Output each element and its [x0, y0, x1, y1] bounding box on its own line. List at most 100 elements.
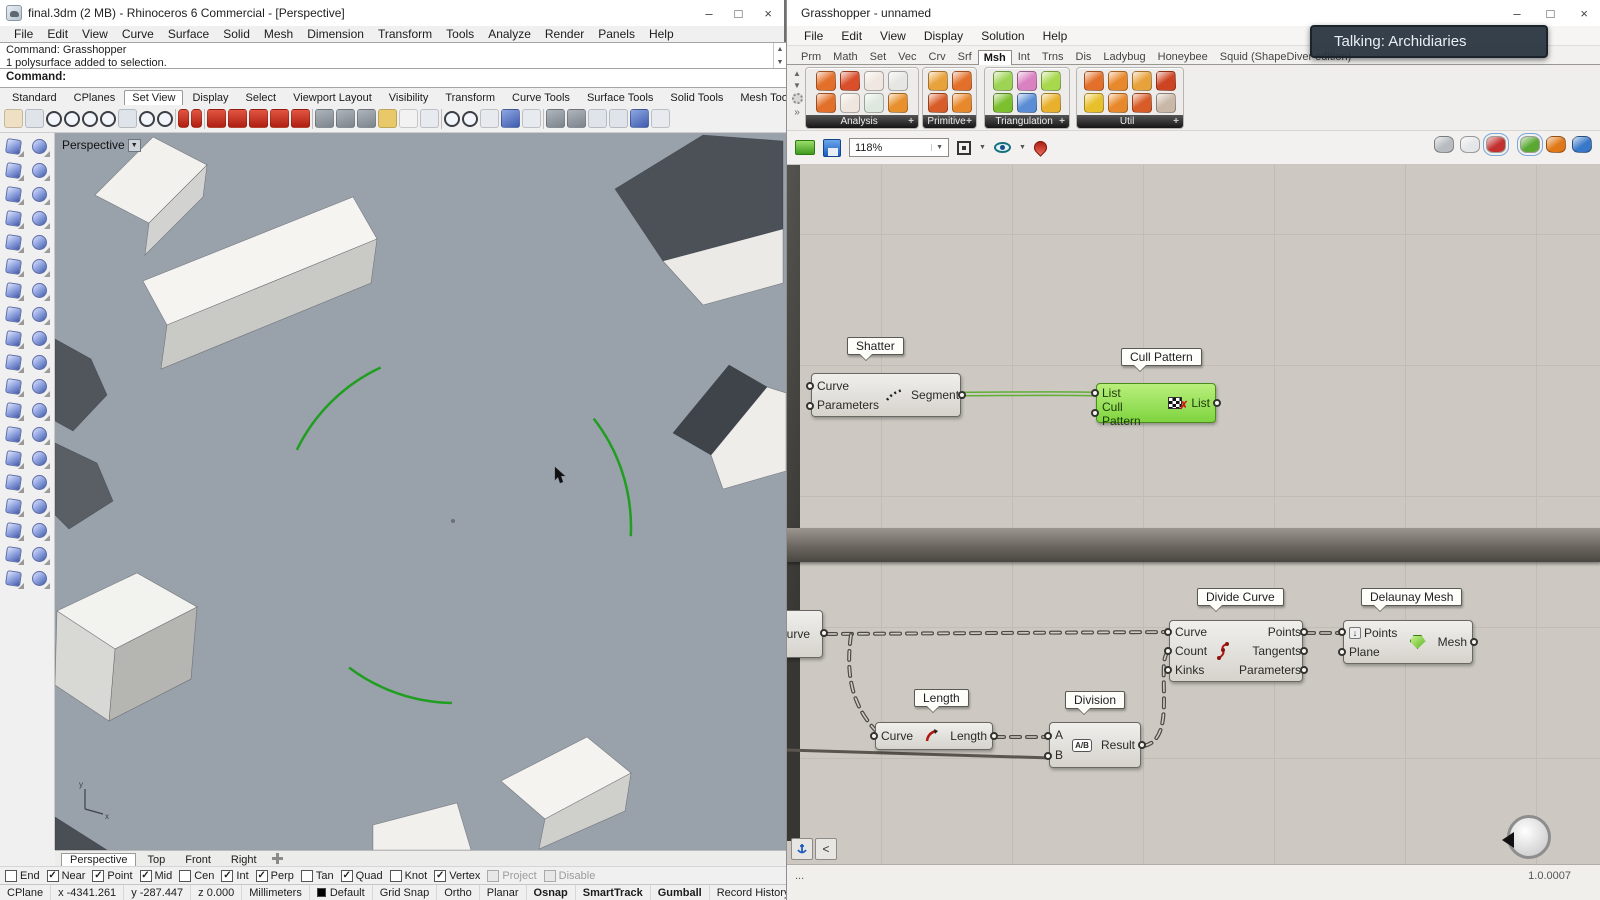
- hand-pan-icon[interactable]: [4, 109, 23, 128]
- 3d-left-jag-upper[interactable]: [55, 339, 107, 431]
- command-history[interactable]: Command: Grasshopper 1 polysurface added…: [0, 42, 786, 69]
- input-port[interactable]: [1338, 648, 1346, 656]
- car-red-front-icon[interactable]: [207, 109, 226, 128]
- grid-square-icon[interactable]: [952, 71, 972, 91]
- toolbar-tab[interactable]: Transform: [437, 90, 503, 105]
- status-segment[interactable]: Gumball: [651, 885, 710, 900]
- check-mark-icon[interactable]: [28, 520, 51, 542]
- scroll-down-icon[interactable]: ▼: [793, 81, 801, 90]
- osnap-toggle[interactable]: Tan: [301, 870, 334, 882]
- wire-cube-icon[interactable]: [522, 109, 541, 128]
- scroll-up-icon[interactable]: ▲: [777, 44, 784, 57]
- checkbox-icon[interactable]: [92, 870, 104, 882]
- wire[interactable]: [849, 635, 877, 732]
- osnap-toggle[interactable]: End: [5, 870, 40, 882]
- 3d-bottom-sliver[interactable]: [373, 803, 471, 850]
- cube-cluster-icon[interactable]: [1132, 71, 1152, 91]
- toolbar-tab[interactable]: CPlanes: [66, 90, 124, 105]
- quad-panel-icon[interactable]: [928, 71, 948, 91]
- menu-item[interactable]: Display: [917, 29, 970, 43]
- osnap-toggle[interactable]: Perp: [256, 870, 294, 882]
- category-tab[interactable]: Srf: [952, 49, 978, 64]
- checkbox-icon[interactable]: [256, 870, 268, 882]
- checkbox-icon[interactable]: [179, 870, 191, 882]
- convex-blob-icon[interactable]: [993, 71, 1013, 91]
- menu-item[interactable]: Solution: [974, 29, 1031, 43]
- drape-icon[interactable]: [28, 544, 51, 566]
- output-port[interactable]: [1470, 638, 1478, 646]
- green-curve-arcs[interactable]: [279, 351, 631, 703]
- mesh-face-outline-icon[interactable]: [864, 71, 884, 91]
- checkbox-icon[interactable]: [544, 870, 556, 882]
- menu-item[interactable]: Panels: [592, 27, 641, 41]
- osnap-toggle[interactable]: Vertex: [434, 870, 480, 882]
- input-port[interactable]: [806, 382, 814, 390]
- folder-layers-icon[interactable]: [378, 109, 397, 128]
- category-tab[interactable]: Trns: [1036, 49, 1070, 64]
- viewport-title[interactable]: Perspective ▼: [62, 138, 141, 152]
- category-tab[interactable]: Int: [1012, 49, 1036, 64]
- chevron-down-icon[interactable]: ▼: [979, 144, 986, 151]
- triangle-flag-icon[interactable]: [840, 71, 860, 91]
- green-material-preview-icon[interactable]: [1520, 136, 1540, 153]
- toolbar-tab[interactable]: Curve Tools: [504, 90, 578, 105]
- checkbox-icon[interactable]: [341, 870, 353, 882]
- wire[interactable]: [827, 632, 1167, 634]
- cage-edit-icon[interactable]: [2, 520, 25, 542]
- group-label-bar[interactable]: Triangulation+: [985, 115, 1069, 128]
- osnap-toggle[interactable]: Int: [221, 870, 248, 882]
- triangle-warn-icon[interactable]: [1084, 93, 1104, 113]
- gem-icon[interactable]: [993, 93, 1013, 113]
- menu-item[interactable]: Transform: [372, 27, 438, 41]
- menu-item[interactable]: Edit: [834, 29, 869, 43]
- toolbar-tab[interactable]: Surface Tools: [579, 90, 661, 105]
- wire[interactable]: [1143, 652, 1168, 746]
- car-red-back-icon[interactable]: [270, 109, 289, 128]
- blue-material-preview-icon[interactable]: [1572, 136, 1592, 153]
- category-tab[interactable]: Ladybug: [1097, 49, 1151, 64]
- grid-array-icon[interactable]: [2, 496, 25, 518]
- control-curve-icon[interactable]: [28, 160, 51, 182]
- truck-gray-icon[interactable]: [315, 109, 334, 128]
- magnifier-window-icon[interactable]: [64, 111, 80, 127]
- status-segment[interactable]: y -287.447: [124, 885, 191, 900]
- collapse-panel-button[interactable]: <: [815, 838, 837, 860]
- category-tab[interactable]: Dis: [1070, 49, 1098, 64]
- polygon-icon[interactable]: [2, 232, 25, 254]
- menu-item[interactable]: Help: [1036, 29, 1075, 43]
- orange-sphere-arrow-icon[interactable]: [1108, 71, 1128, 91]
- osnap-toggle[interactable]: Knot: [390, 870, 428, 882]
- canvas-compass-widget[interactable]: [1507, 815, 1551, 859]
- mesh-bag-icon[interactable]: [888, 93, 908, 113]
- 3d-left-jag-lower[interactable]: [55, 443, 113, 529]
- group-label-bar[interactable]: Util+: [1077, 115, 1183, 128]
- toolbar-tab[interactable]: Solid Tools: [662, 90, 731, 105]
- status-segment[interactable]: Planar: [480, 885, 527, 900]
- status-segment[interactable]: z 0.000: [191, 885, 242, 900]
- magnifier-14-icon[interactable]: [157, 111, 173, 127]
- red-material-preview-icon[interactable]: [1486, 136, 1506, 153]
- checkbox-icon[interactable]: [434, 870, 446, 882]
- input-port[interactable]: [1164, 628, 1172, 636]
- sweep-icon[interactable]: [28, 256, 51, 278]
- door-panel-icon[interactable]: [1156, 93, 1176, 113]
- bag-blue-icon[interactable]: [501, 109, 520, 128]
- checkbox-icon[interactable]: [5, 870, 17, 882]
- crosshair-icon[interactable]: [444, 111, 460, 127]
- gh-node-divide-curve[interactable]: Curve Count Kinks Points Tangents Parame…: [1169, 620, 1303, 682]
- wire[interactable]: [849, 635, 877, 732]
- grasshopper-canvas[interactable]: Shatter Curve Parameters Segments Cull P…: [787, 165, 1600, 864]
- toolbar-tab[interactable]: Select: [238, 90, 285, 105]
- wire[interactable]: [827, 632, 1167, 634]
- mesh-net-icon[interactable]: [888, 71, 908, 91]
- sketch-pen-icon[interactable]: [1031, 138, 1049, 156]
- input-port[interactable]: [1164, 647, 1172, 655]
- status-segment[interactable]: Osnap: [527, 885, 576, 900]
- input-port[interactable]: [1091, 409, 1099, 417]
- menu-item[interactable]: Curve: [116, 27, 160, 41]
- status-segment[interactable]: Grid Snap: [373, 885, 438, 900]
- expand-group-icon[interactable]: +: [1059, 116, 1065, 127]
- status-segment[interactable]: Millimeters: [242, 885, 310, 900]
- menu-item[interactable]: Mesh: [258, 27, 299, 41]
- status-segment[interactable]: x -4341.261: [51, 885, 124, 900]
